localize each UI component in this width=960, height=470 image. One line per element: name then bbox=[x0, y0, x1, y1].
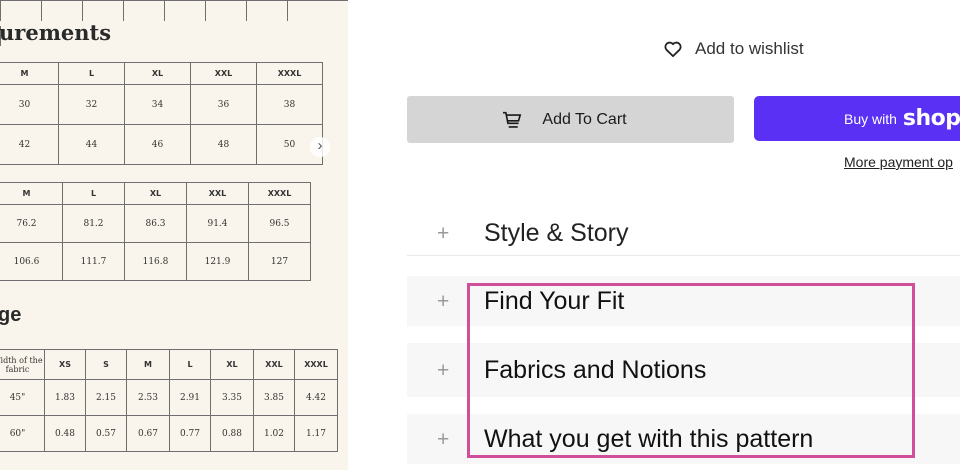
buy-with-shop-button[interactable]: Buy with shop bbox=[754, 96, 960, 141]
table-cell: 2.15 bbox=[85, 379, 127, 416]
table-cell: 46 bbox=[124, 124, 191, 165]
yardage-heading: ge bbox=[0, 304, 22, 326]
table-cell: 2.53 bbox=[126, 379, 170, 416]
table-cell: 42 bbox=[0, 124, 59, 165]
table-cell: 3.85 bbox=[253, 379, 295, 416]
table-header-cell: XL bbox=[124, 62, 191, 85]
table-header-cell: XL bbox=[210, 349, 254, 380]
table-cell: 0.77 bbox=[169, 415, 211, 452]
size-chart-image: urements M L XL XXL XXXL 30 32 34 36 38 … bbox=[0, 0, 348, 470]
accordion-style-and-story[interactable]: + Style & Story bbox=[407, 212, 960, 256]
table-header-cell: M bbox=[126, 349, 170, 380]
accordion-what-you-get[interactable]: + What you get with this pattern bbox=[407, 414, 960, 464]
table-cell: 30 bbox=[0, 84, 59, 125]
heart-outline-icon bbox=[664, 41, 682, 57]
table-header-cell: L bbox=[58, 62, 125, 85]
table-cell: 91.4 bbox=[186, 204, 249, 243]
table-cell: 34 bbox=[124, 84, 191, 125]
table-header-row: M L XL XXL XXXL bbox=[0, 62, 323, 85]
table-cell: 2.91 bbox=[169, 379, 211, 416]
buy-with-label: Buy with bbox=[844, 110, 897, 127]
table-header-cell: XXXL bbox=[256, 62, 323, 85]
accordion-fabrics-and-notions[interactable]: + Fabrics and Notions bbox=[407, 343, 960, 397]
plus-icon: + bbox=[437, 289, 450, 313]
table-header-cell: M bbox=[0, 62, 59, 85]
table-header-cell: XL bbox=[124, 182, 187, 205]
table-header-cell: Width of the fabric bbox=[0, 349, 45, 380]
table-row: 60" 0.48 0.57 0.67 0.77 0.88 1.02 1.17 bbox=[0, 415, 338, 452]
measurements-heading: urements bbox=[0, 20, 112, 45]
table-header-cell: S bbox=[85, 349, 127, 380]
table-cell: 0.57 bbox=[85, 415, 127, 452]
table-cell: 127 bbox=[248, 242, 311, 281]
plus-icon: + bbox=[437, 358, 450, 382]
table-cell: 32 bbox=[58, 84, 125, 125]
table-cell: 0.67 bbox=[126, 415, 170, 452]
table-cell: 76.2 bbox=[0, 204, 63, 243]
size-table-inches: M L XL XXL XXXL 30 32 34 36 38 42 44 46 … bbox=[0, 62, 323, 165]
table-cell: 45" bbox=[0, 379, 45, 416]
size-table-cm: M L XL XXL XXXL 76.2 81.2 86.3 91.4 96.5… bbox=[0, 182, 311, 281]
table-row: 30 32 34 36 38 bbox=[0, 84, 323, 125]
table-header-cell: XXL bbox=[186, 182, 249, 205]
table-cell: 86.3 bbox=[124, 204, 187, 243]
shop-logo: shop bbox=[902, 106, 960, 131]
table-cell: 3.35 bbox=[210, 379, 254, 416]
accordion-label: Find Your Fit bbox=[484, 286, 625, 315]
table-row: 76.2 81.2 86.3 91.4 96.5 bbox=[0, 204, 311, 243]
wishlist-label: Add to wishlist bbox=[695, 39, 804, 58]
table-cell: 116.8 bbox=[124, 242, 187, 281]
table-cell: 0.88 bbox=[210, 415, 254, 452]
table-header-cell: M bbox=[0, 182, 63, 205]
table-cell: 96.5 bbox=[248, 204, 311, 243]
table-header-row: Width of the fabric XS S M L XL XXL XXXL bbox=[0, 349, 338, 380]
table-header-cell: XXL bbox=[190, 62, 257, 85]
table-cell: 48 bbox=[190, 124, 257, 165]
table-cell: 106.6 bbox=[0, 242, 63, 281]
table-header-cell: L bbox=[62, 182, 125, 205]
plus-icon: + bbox=[437, 222, 450, 245]
table-header-cell: XXXL bbox=[294, 349, 338, 380]
chevron-right-icon[interactable]: › bbox=[310, 137, 330, 157]
table-header-row: M L XL XXL XXXL bbox=[0, 182, 311, 205]
more-payment-options-link[interactable]: More payment op bbox=[844, 154, 953, 170]
table-cell: 38 bbox=[256, 84, 323, 125]
accordion-label: Style & Story bbox=[484, 219, 629, 247]
table-cell: 60" bbox=[0, 415, 45, 452]
yardage-table: Width of the fabric XS S M L XL XXL XXXL… bbox=[0, 349, 338, 452]
table-header-cell: XXXL bbox=[248, 182, 311, 205]
table-row: 45" 1.83 2.15 2.53 2.91 3.35 3.85 4.42 bbox=[0, 379, 338, 416]
table-cell: 111.7 bbox=[62, 242, 125, 281]
plus-icon: + bbox=[437, 427, 450, 451]
table-header-cell: L bbox=[169, 349, 211, 380]
table-header-cell: XXL bbox=[253, 349, 295, 380]
table-cell: 81.2 bbox=[62, 204, 125, 243]
table-header-cell: XS bbox=[44, 349, 86, 380]
table-cell: 36 bbox=[190, 84, 257, 125]
table-row: 42 44 46 48 50 bbox=[0, 124, 323, 165]
add-to-cart-button[interactable]: Add To Cart bbox=[407, 96, 734, 143]
cart-icon bbox=[503, 111, 522, 128]
table-cell: 4.42 bbox=[294, 379, 338, 416]
accordion-label: What you get with this pattern bbox=[484, 424, 814, 453]
table-cell: 121.9 bbox=[186, 242, 249, 281]
add-to-cart-label: Add To Cart bbox=[542, 110, 627, 128]
accordion-find-your-fit[interactable]: + Find Your Fit bbox=[407, 276, 960, 326]
table-cell: 1.17 bbox=[294, 415, 338, 452]
accordion-label: Fabrics and Notions bbox=[484, 355, 707, 384]
table-partial-row bbox=[0, 0, 348, 46]
table-cell: 44 bbox=[58, 124, 125, 165]
table-cell: 1.02 bbox=[253, 415, 295, 452]
add-to-wishlist-button[interactable]: Add to wishlist bbox=[664, 38, 804, 60]
table-cell: 1.83 bbox=[44, 379, 86, 416]
table-cell: 0.48 bbox=[44, 415, 86, 452]
table-row: 106.6 111.7 116.8 121.9 127 bbox=[0, 242, 311, 281]
